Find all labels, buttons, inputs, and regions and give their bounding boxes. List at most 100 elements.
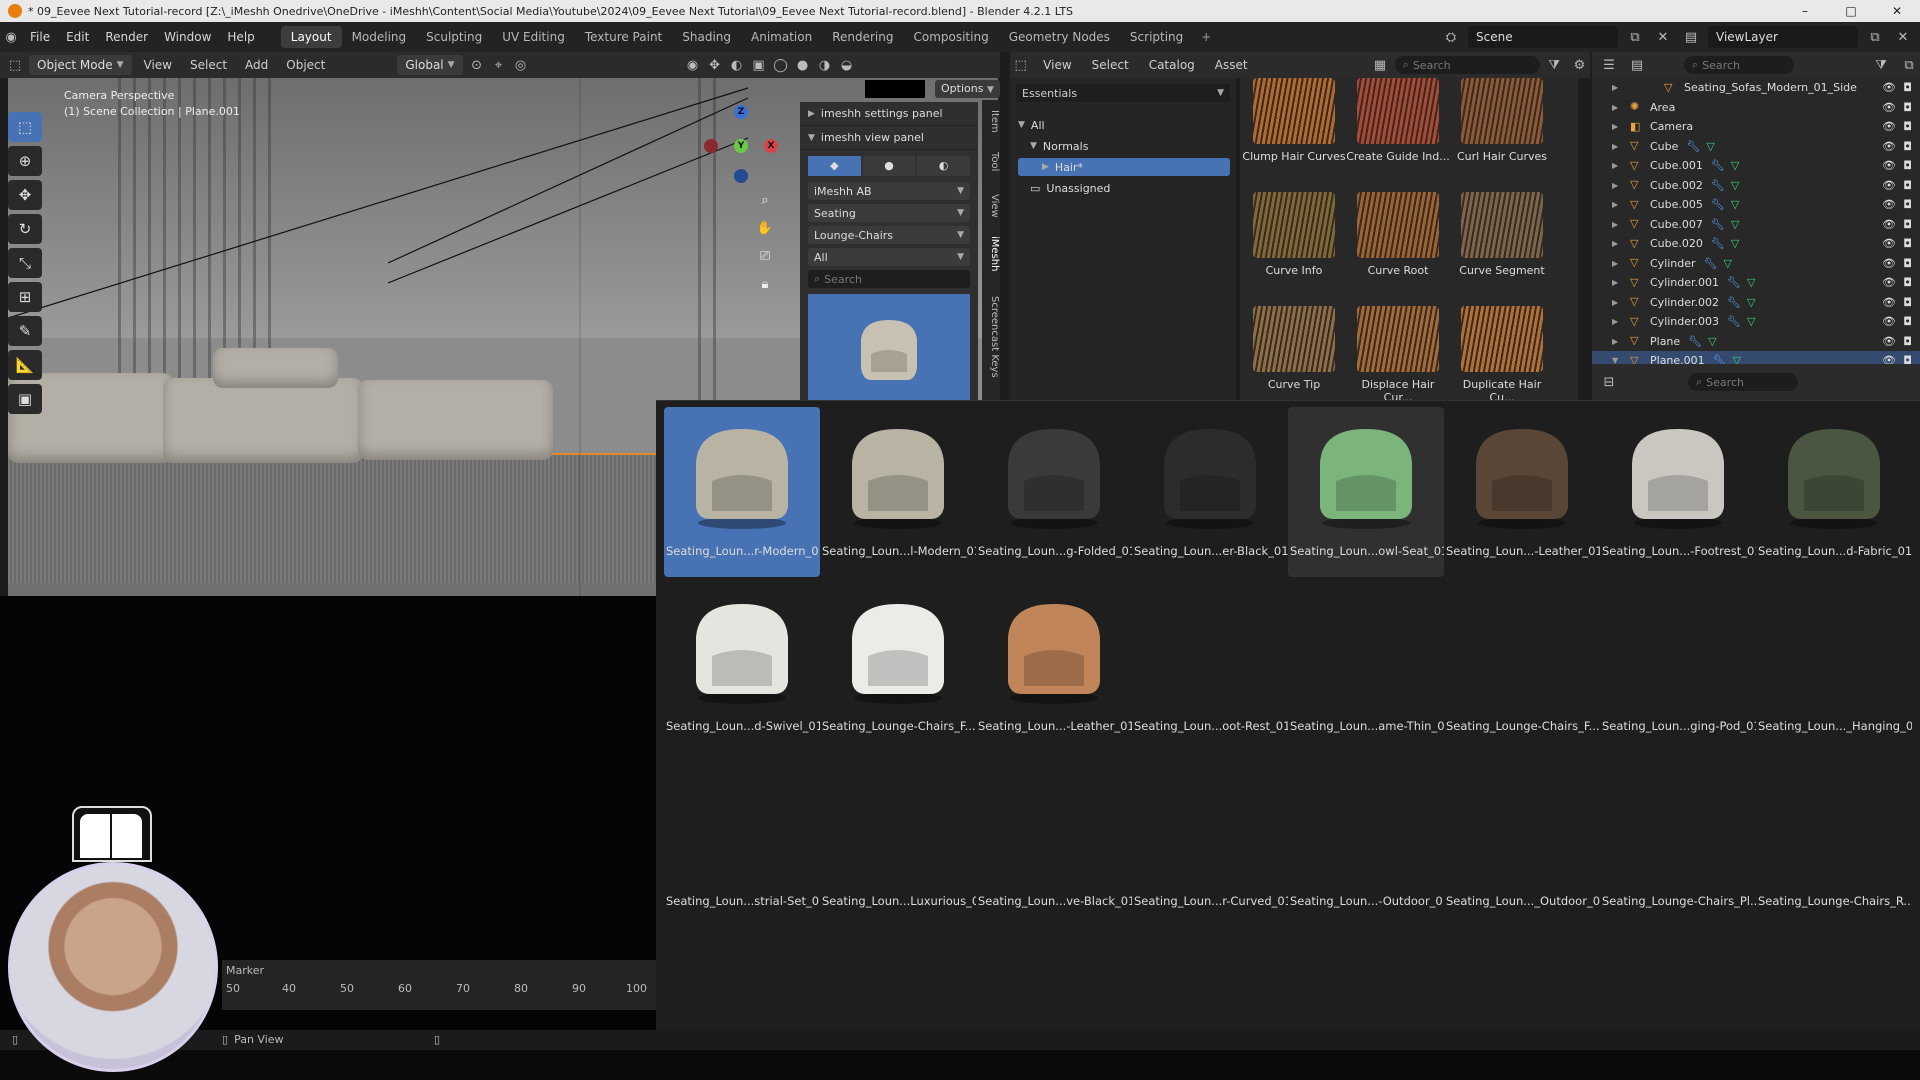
properties-search[interactable]: ⌕ Search [1688, 373, 1798, 391]
outliner-row[interactable]: ▶ ▽ Cylinder.003 🔧︎ ▽ 👁︎ ◘ [1592, 312, 1920, 332]
modifier-icon[interactable]: 🔧︎ [1688, 335, 1702, 348]
catalog-item-selected[interactable]: ▶ Hair* [1018, 158, 1230, 176]
annotate-tool-icon[interactable]: ✎ [8, 316, 42, 346]
select-box-tool-icon[interactable]: ⬚ [8, 112, 42, 142]
asset-card[interactable]: Seating_Loun...d-Fabric_01 [1756, 407, 1912, 577]
modifier-icon[interactable]: 🔧︎ [1711, 159, 1725, 172]
modifier-icon[interactable]: 🔧︎ [1711, 237, 1725, 250]
eye-icon[interactable]: 👁︎ [1882, 140, 1896, 153]
outliner-row[interactable]: ▶ ▽ Seating_Sofas_Modern_01_Side 👁︎ ◘ [1592, 78, 1920, 98]
tab-sculpting[interactable]: Sculpting [416, 26, 492, 48]
chevron-right-icon[interactable]: ▶ [1612, 337, 1618, 346]
render-camera-icon[interactable]: ◘ [1903, 276, 1912, 289]
asset-card[interactable]: Seating_Loun...ve-Black_01 [976, 757, 1132, 927]
menu-file[interactable]: File [22, 30, 58, 44]
menu-render[interactable]: Render [97, 30, 156, 44]
chevron-right-icon[interactable]: ▶ [1612, 142, 1618, 151]
pivot-icon[interactable]: ⊙ [466, 54, 488, 76]
menu-add[interactable]: Add [236, 58, 277, 72]
modifier-icon[interactable]: 🔧︎ [1686, 140, 1700, 153]
asset-card[interactable]: Seating_Loun...-Leather_01 [976, 582, 1132, 752]
mesh-data-icon[interactable]: ▽ [1747, 296, 1755, 309]
new-scene-icon[interactable]: ⧉ [1624, 26, 1646, 48]
gizmo-neg-x[interactable] [704, 139, 718, 153]
menu-select[interactable]: Select [181, 58, 236, 72]
asset-card[interactable]: Seating_Loun...-Leather_01 [1444, 407, 1600, 577]
rendered-shading-icon[interactable]: ◒ [836, 54, 858, 76]
tab-modeling[interactable]: Modeling [342, 26, 417, 48]
new-view-layer-icon[interactable]: ⧉ [1864, 26, 1886, 48]
outliner-row[interactable]: ▶ ▽ Cylinder.001 🔧︎ ▽ 👁︎ ◘ [1592, 273, 1920, 293]
display-mode-icon[interactable]: ▤ [1626, 54, 1648, 76]
menu-window[interactable]: Window [156, 30, 219, 44]
asset-card[interactable]: Seating_Loun...r-Curved_01 [1132, 757, 1288, 927]
node-asset-card[interactable]: Curve Info [1242, 192, 1346, 277]
lock-icon[interactable]: 🔒︎ [754, 274, 776, 296]
chevron-right-icon[interactable]: ▶ [1612, 200, 1618, 209]
chevron-right-icon[interactable]: ▶ [1612, 103, 1618, 112]
category-dropdown[interactable]: Seating ▼ [808, 204, 970, 222]
scene-selector[interactable]: Scene [1468, 26, 1618, 48]
modifier-icon[interactable]: 🔧︎ [1727, 315, 1741, 328]
menu-help[interactable]: Help [219, 30, 262, 44]
new-collection-icon[interactable]: ⧉ [1898, 54, 1920, 76]
asset-card[interactable]: Seating_Loun...r-Modern_01 [664, 407, 820, 577]
properties-editor-icon[interactable]: ⊟ [1598, 371, 1620, 393]
gizmo-toggle-icon[interactable]: ✥ [704, 54, 726, 76]
scale-tool-icon[interactable]: ⤡ [8, 248, 42, 278]
outliner-row[interactable]: ▶ ▽ Plane 🔧︎ ▽ 👁︎ ◘ [1592, 332, 1920, 352]
mesh-data-icon[interactable]: ▽ [1731, 179, 1739, 192]
render-camera-icon[interactable]: ◘ [1903, 101, 1912, 114]
modifier-icon[interactable]: 🔧︎ [1711, 218, 1725, 231]
visibility-icon[interactable]: ◉ [682, 54, 704, 76]
asset-card[interactable]: Seating_Lounge-Chairs_F... [820, 582, 976, 752]
render-camera-icon[interactable]: ◘ [1903, 257, 1912, 270]
pan-hand-icon[interactable]: ✋ [754, 218, 776, 240]
render-camera-icon[interactable]: ◘ [1903, 140, 1912, 153]
materials-tab-icon[interactable]: ● [862, 156, 916, 176]
outliner-row[interactable]: ▶ ▽ Cube 🔧︎ ▽ 👁︎ ◘ [1592, 137, 1920, 157]
outliner-row[interactable]: ▶ ▽ Cylinder.002 🔧︎ ▽ 👁︎ ◘ [1592, 293, 1920, 313]
tab-rendering[interactable]: Rendering [822, 26, 903, 48]
node-browser-search[interactable]: ⌕ Search [1394, 56, 1540, 74]
node-asset-card[interactable]: Curve Root [1346, 192, 1450, 277]
node-asset-card[interactable]: Curl Hair Curves [1450, 78, 1554, 163]
render-camera-icon[interactable]: ◘ [1903, 335, 1912, 348]
render-camera-icon[interactable]: ◘ [1903, 120, 1912, 133]
wireframe-shading-icon[interactable]: ◯ [770, 54, 792, 76]
zoom-icon[interactable]: ⌕ [754, 190, 776, 212]
catalog-item[interactable]: ▼ All [1010, 116, 1236, 134]
editor-type-icon[interactable]: ☰ [1598, 54, 1620, 76]
filter-dropdown[interactable]: All ▼ [808, 248, 970, 266]
node-asset-card[interactable]: Duplicate Hair Cu... [1450, 306, 1554, 400]
tab-item[interactable]: Item [982, 110, 1000, 133]
close-button[interactable]: ✕ [1874, 0, 1920, 22]
tab-uv-editing[interactable]: UV Editing [492, 26, 575, 48]
menu-object[interactable]: Object [277, 58, 334, 72]
subcategory-dropdown[interactable]: Lounge-Chairs ▼ [808, 226, 970, 244]
outliner-row[interactable]: ▶ ▽ Cube.001 🔧︎ ▽ 👁︎ ◘ [1592, 156, 1920, 176]
outliner-row[interactable]: ▶ ▽ Cube.002 🔧︎ ▽ 👁︎ ◘ [1592, 176, 1920, 196]
asset-card[interactable]: Seating_Lounge-Chairs_R... [1756, 757, 1912, 927]
mesh-data-icon[interactable]: ▽ [1724, 257, 1732, 270]
asset-card[interactable]: Seating_Loun...Luxurious_01 [820, 757, 976, 927]
gizmo-neg-z[interactable] [734, 169, 748, 183]
eye-icon[interactable]: 👁︎ [1882, 257, 1896, 270]
asset-card[interactable]: Seating_Loun...strial-Set_01 [664, 757, 820, 927]
chevron-right-icon[interactable]: ▶ [1612, 122, 1618, 131]
modifier-icon[interactable]: 🔧︎ [1727, 296, 1741, 309]
chevron-right-icon[interactable]: ▶ [1612, 278, 1618, 287]
eye-icon[interactable]: 👁︎ [1882, 237, 1896, 250]
solid-shading-icon[interactable]: ● [792, 54, 814, 76]
mesh-data-icon[interactable]: ▽ [1706, 140, 1714, 153]
asset-card[interactable]: Seating_Loun...er-Black_01 [1132, 407, 1288, 577]
eye-icon[interactable]: 👁︎ [1882, 218, 1896, 231]
material-shading-icon[interactable]: ◑ [814, 54, 836, 76]
tab-imeshh[interactable]: iMeshh [982, 236, 1000, 271]
mesh-data-icon[interactable]: ▽ [1731, 159, 1739, 172]
eye-icon[interactable]: 👁︎ [1882, 335, 1896, 348]
catalog-item[interactable]: ▭ Unassigned [1010, 179, 1236, 197]
asset-card[interactable]: Seating_Loun...g-Folded_01 [976, 407, 1132, 577]
maximize-button[interactable]: □ [1828, 0, 1874, 22]
node-asset-card[interactable]: Displace Hair Cur... [1346, 306, 1450, 400]
